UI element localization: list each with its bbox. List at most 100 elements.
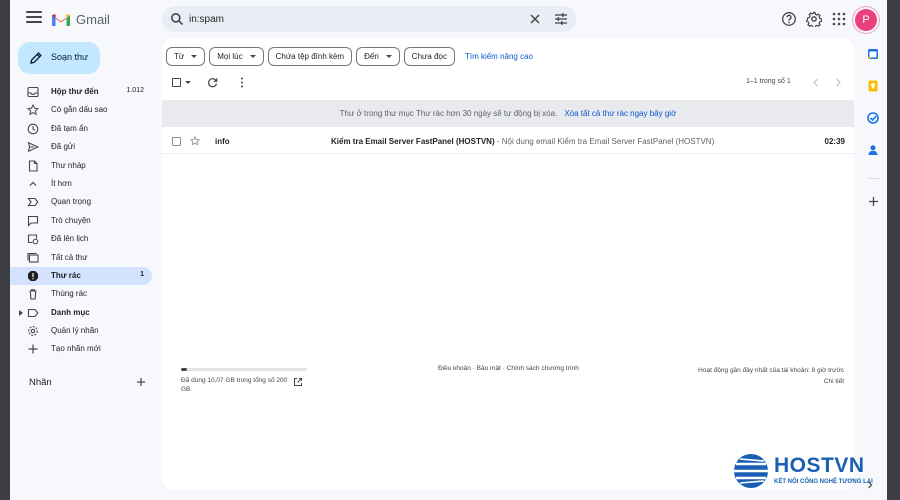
sidebar-item-less[interactable]: Ít hơn <box>10 175 152 193</box>
search-bar[interactable] <box>162 6 576 32</box>
footer-links[interactable]: Điều khoản · Bảo mật · Chính sách chương… <box>438 365 579 372</box>
table-row[interactable]: info Kiểm tra Email Server FastPanel (HO… <box>162 129 854 154</box>
open-external-icon[interactable] <box>293 377 303 387</box>
message-separator: - <box>494 137 502 146</box>
last-activity-text: Hoạt động gần đây nhất của tài khoản: 8 … <box>698 367 844 374</box>
scheduled-icon <box>27 234 39 245</box>
search-input[interactable] <box>189 11 509 27</box>
tasks-icon[interactable] <box>867 112 879 124</box>
sidebar-item-label: Thùng rác <box>51 289 88 299</box>
star-icon <box>27 104 39 116</box>
message-snippet: Nội dung email Kiểm tra Email Server Fas… <box>501 137 715 146</box>
list-toolbar: 1–1 trong số 1 <box>162 74 854 92</box>
message-sender: info <box>215 137 230 146</box>
sidebar-item-all-mail[interactable]: Tất cả thư <box>10 249 152 267</box>
main-menu-icon[interactable] <box>26 11 42 25</box>
get-addons-plus-icon[interactable] <box>868 196 879 207</box>
row-checkbox[interactable] <box>172 137 181 146</box>
account-avatar[interactable]: P <box>855 9 877 31</box>
sidebar-item-label: Thư rác <box>51 270 81 280</box>
inbox-count: 1.012 <box>126 87 144 94</box>
sidebar-nav: Hộp thư đến 1.012 Có gắn dấu sao Đã tạm … <box>10 83 155 359</box>
sidebar-item-label: Quản lý nhãn <box>51 326 99 336</box>
help-icon[interactable] <box>781 11 797 27</box>
message-time: 02:39 <box>824 137 845 146</box>
sidebar-item-starred[interactable]: Có gắn dấu sao <box>10 101 152 119</box>
labels-heading: Nhãn <box>29 377 52 388</box>
sidebar-item-label: Tạo nhãn mới <box>51 344 101 354</box>
sidebar-item-chats[interactable]: Trò chuyện <box>10 212 152 230</box>
sidebar-item-trash[interactable]: Thùng rác <box>10 285 152 303</box>
sidebar-item-label: Ít hơn <box>51 178 72 188</box>
empty-spam-link[interactable]: Xóa tất cả thư rác ngay bây giờ <box>564 109 676 118</box>
more-vert-icon[interactable] <box>240 77 244 88</box>
watermark-brand-name: HOSTVN <box>774 454 865 477</box>
sidebar-item-label: Đã lên lịch <box>51 234 89 244</box>
filter-time-chip[interactable]: Mọi lúc <box>209 46 264 66</box>
refresh-icon[interactable] <box>207 77 218 88</box>
chevron-right-icon[interactable] <box>834 78 842 87</box>
search-filter-chips: Từ Mọi lúc Chứa tệp đính kèm Đến Chưa đọ… <box>166 46 533 66</box>
sidebar-item-label: Đã gửi <box>51 142 76 152</box>
hostvn-watermark-logo: HOSTVN KẾT NỐI CÔNG NGHỆ TƯƠNG LAI <box>732 452 882 492</box>
sidebar-item-manage-labels[interactable]: Quản lý nhãn <box>10 322 152 340</box>
sidebar-item-drafts[interactable]: Thư nháp <box>10 157 152 175</box>
sidebar-item-label: Đã tạm ẩn <box>51 123 88 133</box>
star-icon[interactable] <box>190 136 200 146</box>
select-all-checkbox[interactable] <box>172 78 181 87</box>
filter-from-chip[interactable]: Từ <box>166 46 206 66</box>
search-icon[interactable] <box>170 12 184 26</box>
gmail-m-icon <box>52 13 70 26</box>
sidebar-item-categories[interactable]: Danh mục <box>10 304 152 322</box>
pagination-text: 1–1 trong số 1 <box>746 78 791 85</box>
sidebar-item-spam[interactable]: Thư rác 1 <box>10 266 152 286</box>
chevron-down-icon <box>191 54 198 58</box>
spam-count: 1 <box>140 270 144 278</box>
apps-grid-icon[interactable] <box>831 11 847 27</box>
expand-caret-icon[interactable] <box>19 309 23 316</box>
filter-attachment-chip[interactable]: Chứa tệp đính kèm <box>267 46 353 66</box>
sidebar-item-sent[interactable]: Đã gửi <box>10 138 152 156</box>
plus-icon <box>28 344 38 354</box>
label-icon <box>27 308 39 317</box>
message-preview: Kiểm tra Email Server FastPanel (HOSTVN)… <box>331 137 714 146</box>
all-mail-icon <box>27 252 39 263</box>
select-menu-chevron-icon[interactable] <box>185 81 191 84</box>
draft-icon <box>28 160 38 172</box>
activity-details-link[interactable]: Chi tiết <box>698 376 844 387</box>
chevron-down-icon <box>249 54 256 58</box>
chip-label: Mọi lúc <box>217 51 243 61</box>
keep-icon[interactable] <box>867 80 879 92</box>
gmail-app: Gmail in:spam P Soạn thư Hộp thư đến 1.0… <box>10 0 887 500</box>
settings-gear-icon[interactable] <box>806 11 822 27</box>
sidebar-item-label: Hộp thư đến <box>51 87 99 96</box>
advanced-search-link[interactable]: Tìm kiếm nâng cao <box>465 52 533 61</box>
sidebar-item-important[interactable]: Quan trọng <box>10 193 152 211</box>
sidebar-item-scheduled[interactable]: Đã lên lịch <box>10 230 152 248</box>
chevron-left-icon[interactable] <box>812 78 820 87</box>
filter-unread-chip[interactable]: Chưa đọc <box>403 46 455 66</box>
clear-search-icon[interactable] <box>529 13 541 25</box>
chevron-up-icon <box>29 181 37 186</box>
calendar-icon[interactable] <box>867 48 879 60</box>
chip-label: Từ <box>174 51 185 61</box>
chat-icon <box>27 215 39 227</box>
sidebar-item-label: Có gắn dấu sao <box>51 105 108 115</box>
sidebar-item-snoozed[interactable]: Đã tạm ẩn <box>10 120 152 138</box>
top-bar: Gmail in:spam P <box>10 0 887 38</box>
filter-to-chip[interactable]: Đến <box>356 46 400 66</box>
chip-label: Chứa tệp đính kèm <box>275 51 345 61</box>
pencil-icon <box>30 52 42 64</box>
sidebar-item-create-label[interactable]: Tạo nhãn mới <box>10 340 152 358</box>
gmail-logo[interactable]: Gmail <box>51 10 110 28</box>
inbox-icon <box>27 86 39 98</box>
add-label-icon[interactable] <box>136 377 146 387</box>
sidebar-item-label: Thư nháp <box>51 160 86 170</box>
sidebar-item-label: Tất cả thư <box>51 252 88 262</box>
contacts-icon[interactable] <box>867 144 879 156</box>
sidebar-item-label: Danh mục <box>51 307 90 317</box>
storage-usage-fill <box>181 368 188 371</box>
compose-button[interactable]: Soạn thư <box>18 42 100 74</box>
sidebar-item-inbox[interactable]: Hộp thư đến 1.012 <box>10 83 152 101</box>
search-options-icon[interactable] <box>554 12 568 26</box>
